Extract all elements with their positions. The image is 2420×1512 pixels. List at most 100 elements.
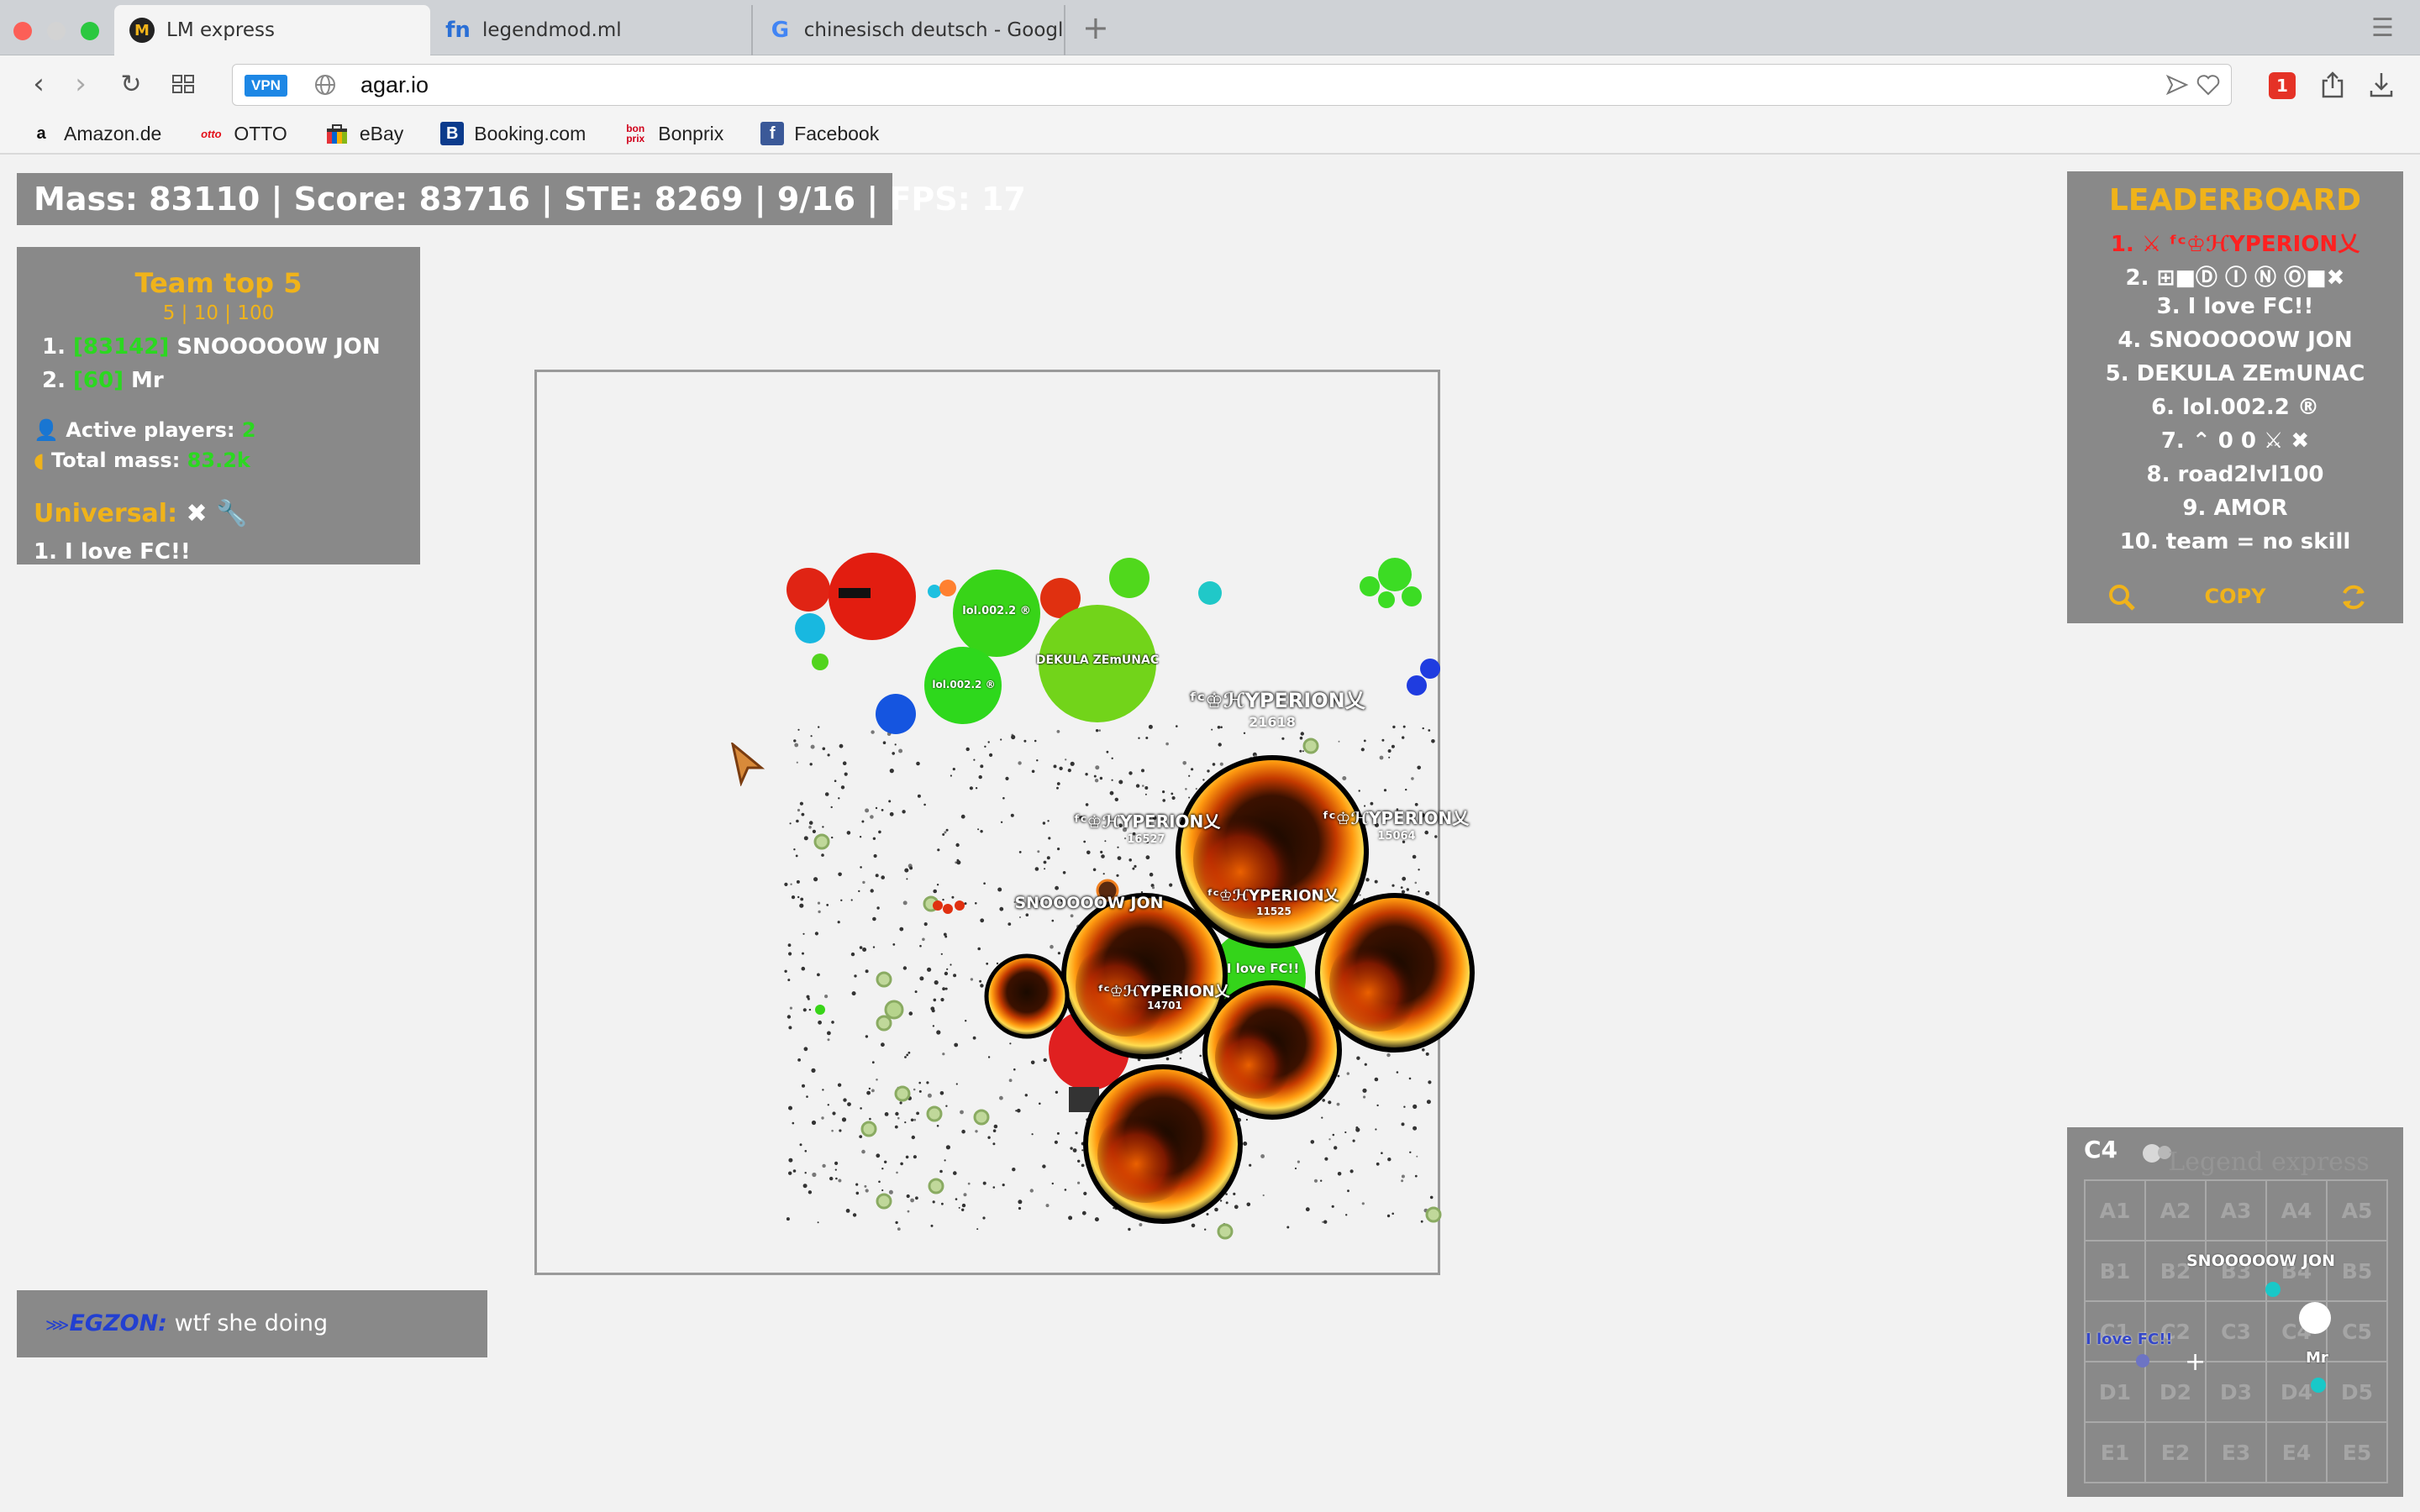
food-pellet <box>871 1089 875 1093</box>
close-window-button[interactable] <box>13 22 32 40</box>
game-canvas[interactable]: ᶠᶜ♔ℋYPERION乂 21618 ᶠᶜ♔ℋYPERION乂 16527 ᶠᶜ… <box>0 155 2420 1512</box>
minimize-window-button[interactable] <box>47 22 66 40</box>
minimap-sector-a1: A1 <box>2085 1180 2145 1241</box>
leaderboard-entry[interactable]: 2. ⊞■Ⓓ Ⓘ Ⓝ Ⓞ■✖ <box>2067 260 2403 291</box>
food-pellet <box>1099 776 1103 780</box>
leaderboard-entry[interactable]: 3. I love FC!! <box>2067 294 2403 319</box>
food-pellet <box>960 814 965 819</box>
lm-express-logo-icon: M <box>129 18 155 43</box>
food-pellet <box>1144 793 1147 795</box>
food-pellet <box>902 900 908 906</box>
chat-message: wtf she doing <box>174 1310 329 1336</box>
food-pellet <box>1145 855 1150 860</box>
food-pellet <box>1381 738 1385 742</box>
speed-dial-icon[interactable] <box>165 66 202 102</box>
chat-sender[interactable]: EGZON: <box>69 1310 167 1336</box>
bookmark-heart-icon[interactable] <box>2196 73 2221 100</box>
minimap-current-sector: C4 <box>2084 1136 2118 1163</box>
food-pellet <box>827 1104 829 1106</box>
food-pellet <box>1128 771 1133 775</box>
send-icon[interactable] <box>2165 73 2189 100</box>
leaderboard-entry[interactable]: 5. DEKULA ZEmUNAC <box>2067 361 2403 386</box>
bookmark-booking[interactable]: B Booking.com <box>440 122 586 145</box>
food-pellet <box>983 882 986 885</box>
food-pellet <box>945 1145 950 1150</box>
food-pellet <box>916 1111 919 1116</box>
bookmark-bonprix[interactable]: bon prix Bonprix <box>623 122 723 145</box>
maximize-window-button[interactable] <box>81 22 99 40</box>
cell-mass-hyperion: 11525 <box>1256 906 1292 917</box>
food-pellet <box>1402 725 1406 728</box>
url-text[interactable]: agar.io <box>360 72 429 98</box>
team-panel-filter[interactable]: 5 | 10 | 100 <box>17 302 420 324</box>
food-pellet <box>980 984 984 988</box>
minimap-sector-e2: E2 <box>2145 1422 2206 1483</box>
leaderboard-entry[interactable]: 8. road2lvl100 <box>2067 462 2403 487</box>
player-cell <box>795 613 825 643</box>
food-pellet <box>864 1184 867 1188</box>
food-pellet <box>1179 1057 1182 1060</box>
bookmark-amazon[interactable]: a Amazon.de <box>29 122 161 145</box>
leaderboard-entry[interactable]: 6. lol.002.2 ® <box>2067 395 2403 420</box>
food-pellet <box>1322 1221 1324 1223</box>
food-pellet <box>810 744 815 749</box>
virus-pellet <box>1302 738 1319 754</box>
food-pellet <box>1347 1189 1349 1193</box>
food-pellet <box>1195 787 1197 790</box>
food-pellet <box>881 1189 884 1192</box>
food-pellet <box>1051 919 1055 922</box>
food-pellet <box>1379 755 1384 760</box>
back-icon[interactable]: ‹ <box>20 66 57 102</box>
food-pellet <box>1188 796 1191 799</box>
download-icon[interactable] <box>2368 71 2395 102</box>
team-panel-title: Team top 5 <box>134 267 302 299</box>
new-tab-icon[interactable]: + <box>1082 12 1109 44</box>
food-pellet <box>822 1163 826 1168</box>
food-pellet <box>980 918 985 923</box>
leaderboard-entry[interactable]: 9. AMOR <box>2067 496 2403 521</box>
tab-menu-icon[interactable]: ☰ <box>2371 13 2394 43</box>
browser-toolbar: ‹ › ↻ VPN agar.io 1 <box>0 55 2420 114</box>
leaderboard-entry[interactable]: 1. ⚔ ᶠᶜ♔ℋYPERION乂 <box>2067 227 2403 258</box>
food-pellet <box>859 836 862 838</box>
food-pellet <box>958 1206 960 1209</box>
refresh-icon[interactable] <box>2339 583 2368 612</box>
cell-name-hyperion: ᶠᶜ♔ℋYPERION乂 <box>1073 811 1221 832</box>
food-pellet <box>1065 759 1067 761</box>
cell-name-dekula: DEKULA ZEmUNAC <box>1035 654 1160 667</box>
leaderboard-entry[interactable]: 4. SNOOOOOW JON <box>2067 328 2403 353</box>
food-pellet <box>1211 728 1213 731</box>
virus-pellet <box>973 1109 990 1126</box>
food-pellet <box>884 1160 887 1164</box>
tab-lm-express[interactable]: M LM express <box>114 5 430 55</box>
reload-icon[interactable]: ↻ <box>113 66 150 102</box>
bookmark-facebook[interactable]: f Facebook <box>760 122 879 145</box>
food-pellet <box>1418 890 1420 893</box>
share-icon[interactable] <box>2319 71 2346 102</box>
leaderboard-entry[interactable]: 10. team = no skill <box>2067 529 2403 554</box>
food-pellet <box>907 1210 910 1213</box>
minimap[interactable]: C4 Legend express A1 A2 A3 A4 A5 B1 B2 B3 B4 B5 C1… <box>2067 1127 2403 1497</box>
food-pellet <box>1425 1052 1429 1056</box>
leaderboard-entry[interactable]: 7. ⌃ 0 0 ⚔ ✖ <box>2067 428 2403 454</box>
bookmark-ebay[interactable]: eBay <box>324 122 403 145</box>
close-icon[interactable]: ✖ <box>187 499 208 528</box>
address-bar[interactable]: VPN agar.io <box>232 64 2232 106</box>
food-pellet <box>1072 1148 1077 1152</box>
forward-icon[interactable]: › <box>62 66 99 102</box>
bookmark-otto[interactable]: otto OTTO <box>198 122 287 145</box>
wrench-icon[interactable]: 🔧 <box>216 499 247 528</box>
minimap-label-mr: Mr <box>2306 1349 2328 1367</box>
food-pellet <box>992 1129 997 1132</box>
food-pellet <box>788 1171 792 1175</box>
cell-name-snow-jon: SNOOOOOW JON <box>1014 894 1164 912</box>
vpn-badge[interactable]: VPN <box>245 75 287 97</box>
food-pellet <box>1243 732 1246 734</box>
food-pellet <box>1386 1214 1391 1218</box>
food-pellet <box>940 953 943 955</box>
tab-google[interactable]: G chinesisch deutsch - Google <box>753 5 1065 55</box>
food-pellet <box>831 1021 834 1024</box>
food-pellet <box>1034 739 1037 743</box>
extension-icon[interactable]: 1 <box>2269 72 2296 99</box>
tab-legendmod[interactable]: fn legendmod.ml <box>430 5 753 55</box>
